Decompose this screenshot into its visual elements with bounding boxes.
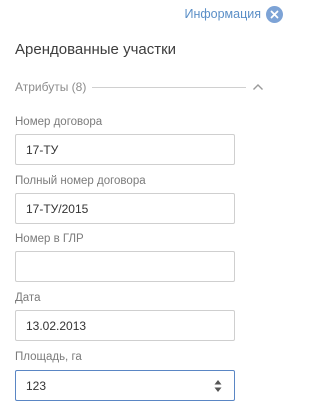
info-header: Информация: [184, 5, 284, 23]
contract-number-input[interactable]: 17-ТУ: [15, 134, 235, 165]
area-input[interactable]: 123: [15, 370, 235, 401]
chevron-up-icon: [253, 84, 263, 90]
panel-title: Арендованные участки: [15, 41, 177, 58]
area-label: Площадь, га: [15, 351, 82, 363]
section-label: Атрибуты (8): [15, 80, 87, 94]
full-contract-number-label: Полный номер договора: [15, 175, 146, 187]
glr-number-input[interactable]: [15, 251, 235, 282]
date-label: Дата: [15, 292, 41, 304]
glr-number-label: Номер в ГЛР: [15, 233, 84, 245]
contract-number-label: Номер договора: [15, 116, 103, 128]
attributes-section-toggle[interactable]: Атрибуты (8): [15, 79, 264, 95]
date-input[interactable]: 13.02.2013: [15, 310, 235, 341]
full-contract-number-input[interactable]: 17-ТУ/2015: [15, 193, 235, 224]
close-icon[interactable]: [266, 5, 283, 23]
area-value: 123: [26, 378, 47, 393]
section-divider: [92, 86, 246, 88]
info-link[interactable]: Информация: [184, 7, 261, 21]
number-stepper-icon[interactable]: [214, 379, 222, 393]
